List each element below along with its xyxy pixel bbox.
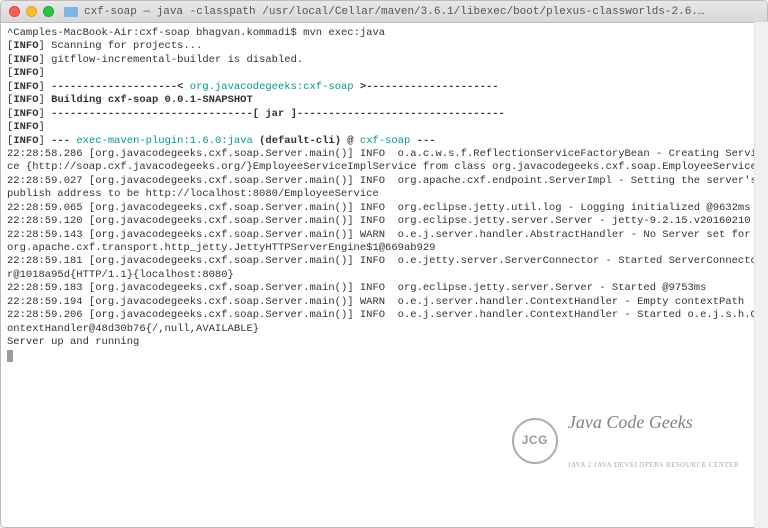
log-line: Server up and running [7,336,139,348]
scrollbar[interactable] [754,22,768,528]
log-line: 22:28:59.206 [org.javacodegeeks.cxf.soap… [7,309,757,334]
log-line: Building cxf-soap 0.0.1-SNAPSHOT [51,94,253,106]
minimize-icon[interactable] [26,6,37,17]
log-line: 22:28:59.065 [org.javacodegeeks.cxf.soap… [7,202,751,214]
watermark: JCG Java Code Geeks JAVA 2 JAVA DEVELOPE… [512,384,739,497]
watermark-title: Java Code Geeks [568,411,739,434]
watermark-badge: JCG [512,418,558,464]
terminal-output[interactable]: ^Camples-MacBook-Air:cxf-soap bhagvan.ko… [1,23,767,527]
maximize-icon[interactable] [43,6,54,17]
log-line: --------------------------------[ jar ]-… [51,108,505,120]
log-level-info: INFO [13,40,38,52]
log-line: 22:28:59.181 [org.javacodegeeks.cxf.soap… [7,255,757,280]
window-controls [9,6,54,17]
maven-project: org.javacodegeeks:cxf-soap [190,81,354,93]
cursor-icon [7,350,13,362]
log-line: 22:28:59.183 [org.javacodegeeks.cxf.soap… [7,282,706,294]
log-line: gitflow-incremental-builder is disabled. [51,54,303,66]
shell-prompt: ^Camples-MacBook-Air:cxf-soap bhagvan.ko… [7,27,385,39]
maven-plugin: exec-maven-plugin:1.6.0:java [76,135,252,147]
folder-icon [64,7,78,17]
window-title: cxf-soap — java -classpath /usr/local/Ce… [84,6,759,18]
log-line: --------------------< [51,81,190,93]
log-line: 22:28:59.120 [org.javacodegeeks.cxf.soap… [7,215,751,227]
log-line: 22:28:58.286 [org.javacodegeeks.cxf.soap… [7,148,757,173]
terminal-window: cxf-soap — java -classpath /usr/local/Ce… [0,0,768,528]
titlebar[interactable]: cxf-soap — java -classpath /usr/local/Ce… [1,1,767,23]
log-line: 22:28:59.143 [org.javacodegeeks.cxf.soap… [7,229,757,254]
log-line: 22:28:59.194 [org.javacodegeeks.cxf.soap… [7,296,744,308]
log-line: Scanning for projects... [51,40,202,52]
close-icon[interactable] [9,6,20,17]
log-line: 22:28:59.027 [org.javacodegeeks.cxf.soap… [7,175,763,200]
watermark-subtitle: JAVA 2 JAVA DEVELOPERS RESOURCE CENTER [568,461,739,470]
